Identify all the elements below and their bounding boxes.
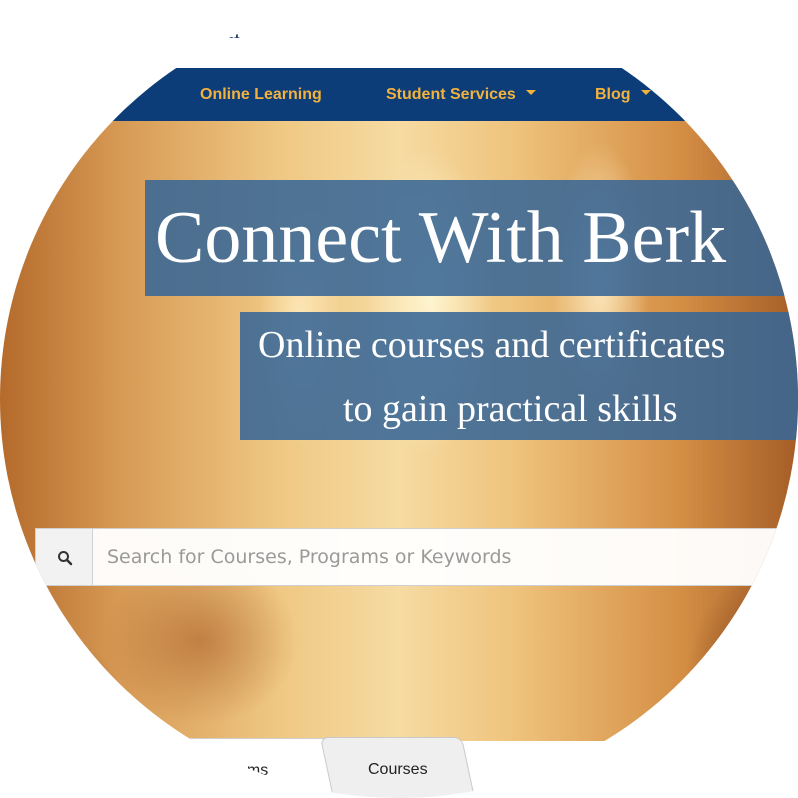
caret-down-icon bbox=[640, 90, 651, 96]
hero-banner: Connect With Berk Online courses and cer… bbox=[0, 121, 798, 741]
hero-subtitle-line1: Online courses and certificates bbox=[258, 324, 726, 366]
nav-item-student-services[interactable]: Student Services bbox=[386, 68, 536, 121]
search-icon bbox=[58, 551, 73, 566]
nav-item-blog[interactable]: Blog bbox=[595, 68, 651, 121]
nav-item-label: Student Services bbox=[386, 86, 516, 103]
nav-item-online-learning[interactable]: Online Learning bbox=[200, 68, 322, 121]
main-nav: Online Learning Student Services Blog bbox=[0, 68, 798, 121]
circular-viewport: ell Online Learning Student Services Blo… bbox=[0, 0, 798, 798]
hero-subtitle-line2: to gain practical skills bbox=[343, 388, 678, 430]
tab-label: ams bbox=[238, 762, 269, 779]
page: ell Online Learning Student Services Blo… bbox=[0, 0, 798, 798]
caret-down-icon bbox=[525, 90, 536, 96]
nav-item-label: Online Learning bbox=[200, 86, 322, 103]
logo[interactable]: ell bbox=[218, 20, 240, 42]
tab-courses[interactable]: Courses bbox=[319, 737, 476, 798]
tab-label: Courses bbox=[368, 761, 428, 778]
search-button[interactable] bbox=[35, 528, 93, 586]
site-header: ell bbox=[0, 0, 798, 68]
hero-title: Connect With Berk bbox=[155, 197, 727, 279]
tab-programs[interactable]: ams bbox=[120, 738, 336, 798]
search-input[interactable] bbox=[93, 528, 798, 586]
nav-item-label: Blog bbox=[595, 86, 631, 103]
